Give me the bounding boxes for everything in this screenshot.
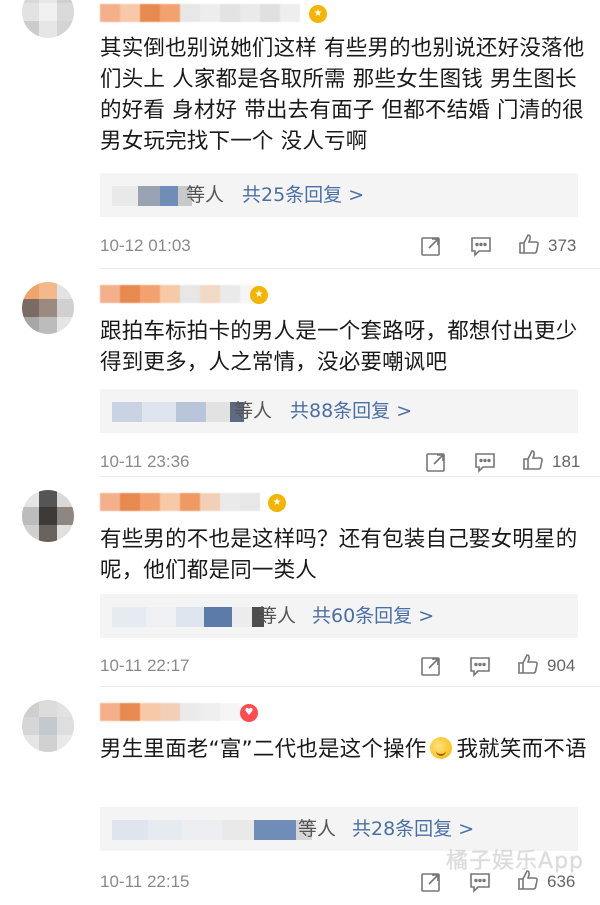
comment-icon[interactable]: [470, 235, 492, 257]
comment-text: 男生里面老“富”二代也是这个操作 我就笑而不语: [100, 734, 590, 765]
share-icon[interactable]: [420, 655, 442, 677]
member-badge-icon: ★: [268, 494, 286, 512]
share-icon[interactable]: [425, 451, 447, 473]
reply-suffix: 等人: [298, 818, 337, 840]
avatar[interactable]: [22, 282, 74, 334]
comment-text-part: 男生里面老“富”二代也是这个操作: [100, 737, 427, 762]
timestamp: 10-12 01:03: [100, 236, 191, 255]
avatar[interactable]: [22, 490, 74, 542]
comment-text-part: 我就笑而不语: [456, 737, 587, 762]
username-blurred[interactable]: [100, 703, 240, 721]
watermark: 橘子娱乐App: [446, 849, 584, 874]
share-icon[interactable]: [420, 235, 442, 257]
like-count: 636: [547, 872, 576, 891]
reply-summary[interactable]: 等人 共88条回复 >: [100, 389, 578, 433]
replier-names-blurred: [112, 607, 264, 627]
reply-count-link[interactable]: 共25条回复 >: [242, 182, 364, 208]
reply-summary[interactable]: 等人 共60条回复 >: [100, 594, 578, 638]
comment-icon[interactable]: [469, 655, 491, 677]
comment-1: ★ 其实倒也别说她们这样 有些男的也别说还好没落他们头上 人家都是各取所需 那些…: [0, 0, 600, 268]
like-count: 904: [547, 656, 576, 675]
member-badge-icon: ★: [250, 286, 268, 304]
share-icon[interactable]: [420, 871, 442, 893]
thumbs-up-icon[interactable]: [522, 449, 544, 471]
fan-badge-icon: ♥: [240, 704, 258, 722]
username-blurred[interactable]: [100, 493, 260, 511]
reply-count-link[interactable]: 共88条回复 >: [290, 398, 412, 424]
avatar[interactable]: [22, 700, 74, 752]
reply-suffix: 等人: [186, 184, 225, 206]
comment-text: 有些男的不也是这样吗？还有包装自己娶女明星的呢，他们都是同一类人: [100, 527, 578, 583]
reply-count-link[interactable]: 共60条回复 >: [312, 603, 434, 629]
reply-count-link[interactable]: 共28条回复 >: [352, 816, 474, 842]
replier-names-blurred: [112, 820, 312, 840]
replier-names-blurred: [112, 402, 244, 422]
comment-text: 其实倒也别说她们这样 有些男的也别说还好没落他们头上 人家都是各取所需 那些女生…: [100, 36, 585, 154]
replier-names-blurred: [112, 186, 192, 206]
thumbs-up-icon[interactable]: [517, 653, 539, 675]
username-blurred[interactable]: [100, 4, 300, 22]
like-count: 181: [552, 452, 581, 471]
reply-summary[interactable]: 等人 共25条回复 >: [100, 173, 578, 217]
comment-icon[interactable]: [474, 451, 496, 473]
username-blurred[interactable]: [100, 285, 260, 303]
comment-3: ★ 有些男的不也是这样吗？还有包装自己娶女明星的呢，他们都是同一类人 等人 共6…: [0, 476, 600, 686]
timestamp: 10-11 22:17: [100, 656, 190, 675]
thumbs-up-icon[interactable]: [518, 233, 540, 255]
avatar[interactable]: [22, 0, 74, 38]
comment-2: ★ 跟拍车标拍卡的男人是一个套路呀，都想付出更少得到更多，人之常情，没必要嘲讽吧…: [0, 268, 600, 476]
member-badge-icon: ★: [309, 5, 327, 23]
comment-text: 跟拍车标拍卡的男人是一个套路呀，都想付出更少得到更多，人之常情，没必要嘲讽吧: [100, 319, 578, 375]
reply-suffix: 等人: [258, 605, 297, 627]
like-count: 373: [548, 236, 577, 255]
reply-suffix: 等人: [234, 400, 273, 422]
timestamp: 10-11 23:36: [100, 452, 190, 471]
smirk-emoji-icon: [430, 737, 453, 759]
timestamp: 10-11 22:15: [100, 872, 190, 891]
